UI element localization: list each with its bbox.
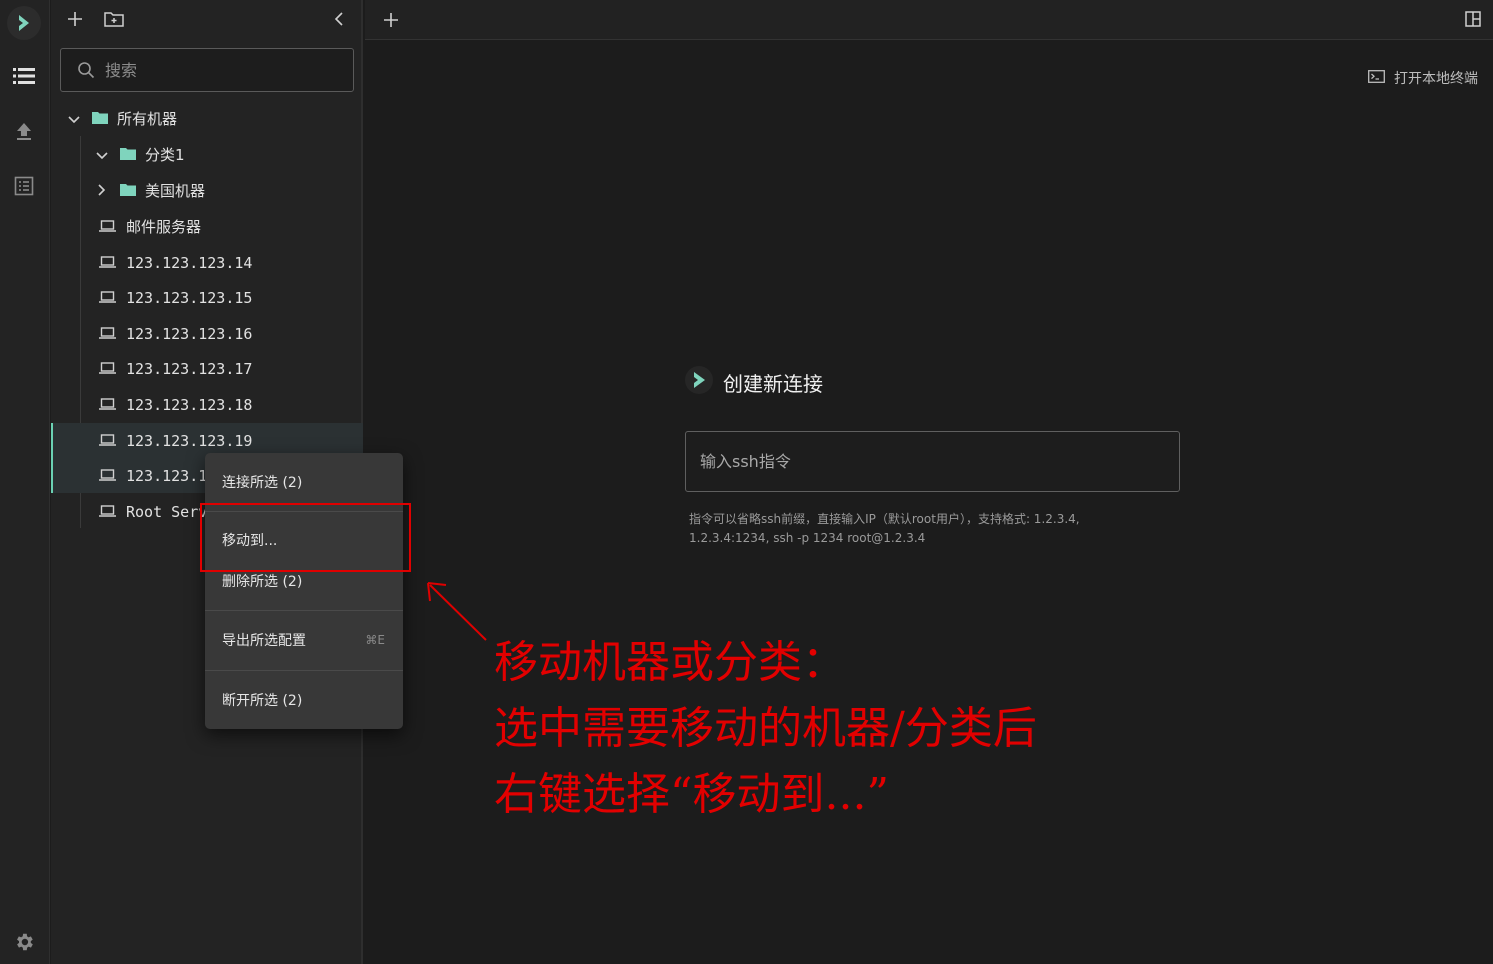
tree-server-row[interactable]: 123.123.123.18	[51, 387, 363, 422]
log-list-icon[interactable]	[10, 172, 38, 200]
menu-item-label: 删除所选 (2)	[222, 574, 303, 590]
tree-folder-category1[interactable]: 分类1	[51, 137, 363, 172]
tree-server-mail[interactable]: 邮件服务器	[51, 209, 363, 244]
tree-item-label: 123.123.123.18	[126, 395, 253, 414]
tree-server-row[interactable]: 123.123.123.15	[51, 280, 363, 315]
tree-item-label: 所有机器	[117, 110, 178, 128]
menu-item-label: 导出所选配置	[222, 633, 306, 649]
tree-server-row[interactable]: 123.123.123.17	[51, 351, 363, 386]
tree-item-label: 123.123.123.19	[126, 431, 253, 450]
chevron-down-icon[interactable]	[96, 145, 108, 164]
new-tab-plus-icon[interactable]	[384, 12, 398, 31]
search-input[interactable]	[105, 49, 345, 91]
tree-item-label: 美国机器	[145, 182, 206, 200]
ssh-command-box	[685, 431, 1180, 492]
menu-item-export-config[interactable]: 导出所选配置 ⌘E	[205, 618, 403, 662]
laptop-icon	[99, 431, 116, 450]
menu-item-connect-selected[interactable]: 连接所选 (2)	[205, 460, 403, 504]
ssh-hint-line: 指令可以省略ssh前缀，直接输入IP（默认root用户），支持格式: 1.2.3…	[689, 512, 1080, 526]
ssh-hint-text: 指令可以省略ssh前缀，直接输入IP（默认root用户），支持格式: 1.2.3…	[689, 510, 1159, 548]
add-server-plus-icon[interactable]	[63, 7, 87, 31]
app-logo-icon	[7, 6, 41, 40]
tree-folder-all-machines[interactable]: 所有机器	[51, 101, 363, 136]
tree-item-label: Root Serv	[126, 502, 208, 521]
menu-item-shortcut: ⌘E	[365, 633, 385, 647]
menu-divider	[205, 610, 403, 611]
search-icon	[77, 61, 95, 83]
open-local-terminal-button[interactable]: 打开本地终端	[1368, 68, 1478, 88]
sidebar-toolbar	[51, 0, 363, 38]
laptop-icon	[99, 217, 116, 236]
folder-icon	[120, 145, 136, 164]
tree-server-row[interactable]: 123.123.123.14	[51, 245, 363, 280]
ssh-command-input[interactable]	[700, 432, 1160, 491]
server-list-icon[interactable]	[10, 62, 38, 90]
collapse-sidebar-chevron-icon[interactable]	[327, 7, 351, 31]
annotation-line: 选中需要移动的机器/分类后	[494, 703, 1037, 754]
layout-toggle-icon[interactable]	[1465, 11, 1481, 31]
ssh-hint-line: 1.2.3.4:1234, ssh -p 1234 root@1.2.3.4	[689, 531, 926, 545]
terminal-icon	[1368, 69, 1385, 87]
tree-item-label: 123.123.123.16	[126, 324, 253, 343]
app-logo-icon	[685, 366, 713, 398]
activity-bar	[0, 0, 50, 964]
menu-item-label: 连接所选 (2)	[222, 475, 303, 491]
new-connection-title: 创建新连接	[723, 371, 823, 396]
annotation-arrow-icon	[420, 575, 490, 649]
annotation-text: 移动机器或分类： 选中需要移动的机器/分类后 右键选择“移动到...”	[494, 630, 1037, 828]
laptop-icon	[99, 288, 116, 307]
menu-item-disconnect-selected[interactable]: 断开所选 (2)	[205, 678, 403, 722]
laptop-icon	[99, 466, 116, 485]
chevron-right-icon[interactable]	[98, 181, 106, 200]
chevron-down-icon[interactable]	[68, 109, 80, 128]
folder-icon	[120, 181, 136, 200]
upload-icon[interactable]	[10, 117, 38, 145]
folder-icon	[92, 109, 108, 128]
annotation-highlight-box	[200, 503, 411, 572]
laptop-icon	[99, 359, 116, 378]
tree-item-label: 123.123.123.14	[126, 253, 253, 272]
new-connection-heading: 创建新连接	[685, 366, 823, 398]
add-folder-icon[interactable]	[102, 7, 126, 31]
annotation-line: 右键选择“移动到...”	[494, 769, 889, 820]
laptop-icon	[99, 395, 116, 414]
tree-item-label: 123.123.123.15	[126, 288, 253, 307]
tree-item-label: 123.123.123.17	[126, 359, 253, 378]
laptop-icon	[99, 253, 116, 272]
tab-bar	[365, 0, 1493, 40]
search-box	[60, 48, 354, 92]
laptop-icon	[99, 324, 116, 343]
menu-divider	[205, 670, 403, 671]
open-local-terminal-label: 打开本地终端	[1394, 71, 1478, 87]
tree-server-row[interactable]: 123.123.123.16	[51, 316, 363, 351]
tree-folder-us-machines[interactable]: 美国机器	[51, 173, 363, 208]
menu-item-label: 断开所选 (2)	[222, 693, 303, 709]
settings-gear-icon[interactable]	[10, 928, 38, 956]
tree-item-label: 邮件服务器	[126, 218, 202, 236]
tree-item-label: 123.123.1	[126, 466, 208, 485]
context-menu: 连接所选 (2) 移动到... 删除所选 (2) 导出所选配置 ⌘E 断开所选 …	[205, 453, 403, 729]
laptop-icon	[99, 502, 116, 521]
tree-item-label: 分类1	[145, 146, 185, 164]
annotation-line: 移动机器或分类：	[494, 637, 846, 688]
